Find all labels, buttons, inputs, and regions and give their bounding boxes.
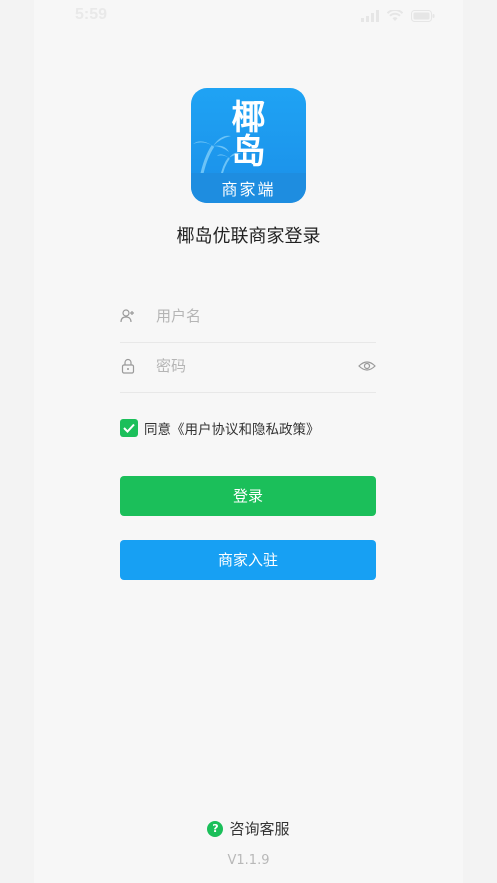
battery-icon: [411, 10, 435, 22]
support-label: 咨询客服: [229, 820, 290, 838]
password-input[interactable]: [156, 352, 356, 380]
help-circle-icon: ?: [207, 820, 224, 837]
agreement-row: 同意《用户协议和隐私政策》: [120, 418, 320, 438]
agreement-link[interactable]: 同意《用户协议和隐私政策》: [144, 418, 320, 438]
login-screen: 5:59 商家端 椰 岛 椰岛优联商家登录 用户名 同意《用户协议和隐私政策》 …: [0, 0, 497, 883]
status-icons: [361, 10, 435, 22]
status-time: 5:59: [75, 6, 108, 23]
logo-char-1: 椰: [231, 98, 266, 138]
username-field-row: [120, 292, 376, 343]
merchant-register-button[interactable]: 商家入驻: [120, 540, 376, 580]
logo-char-2: 岛: [231, 132, 266, 172]
support-link[interactable]: ? 咨询客服: [0, 818, 497, 839]
login-button[interactable]: 登录: [120, 476, 376, 516]
agreement-checkbox[interactable]: [120, 419, 138, 437]
username-input[interactable]: [156, 302, 356, 330]
user-add-icon: [120, 309, 134, 323]
wifi-icon: [387, 10, 403, 21]
page-title: 椰岛优联商家登录: [176, 226, 321, 247]
eye-icon[interactable]: [358, 358, 376, 374]
left-margin: [0, 0, 34, 883]
right-margin: [463, 0, 497, 883]
lock-icon: [121, 358, 135, 374]
signal-icon: [361, 10, 379, 22]
password-field-row: [120, 342, 376, 393]
check-icon: [123, 423, 135, 433]
version-label: V1.1.9: [227, 853, 270, 868]
logo-subtitle: 商家端: [221, 180, 276, 199]
status-bar: 5:59: [0, 0, 497, 34]
